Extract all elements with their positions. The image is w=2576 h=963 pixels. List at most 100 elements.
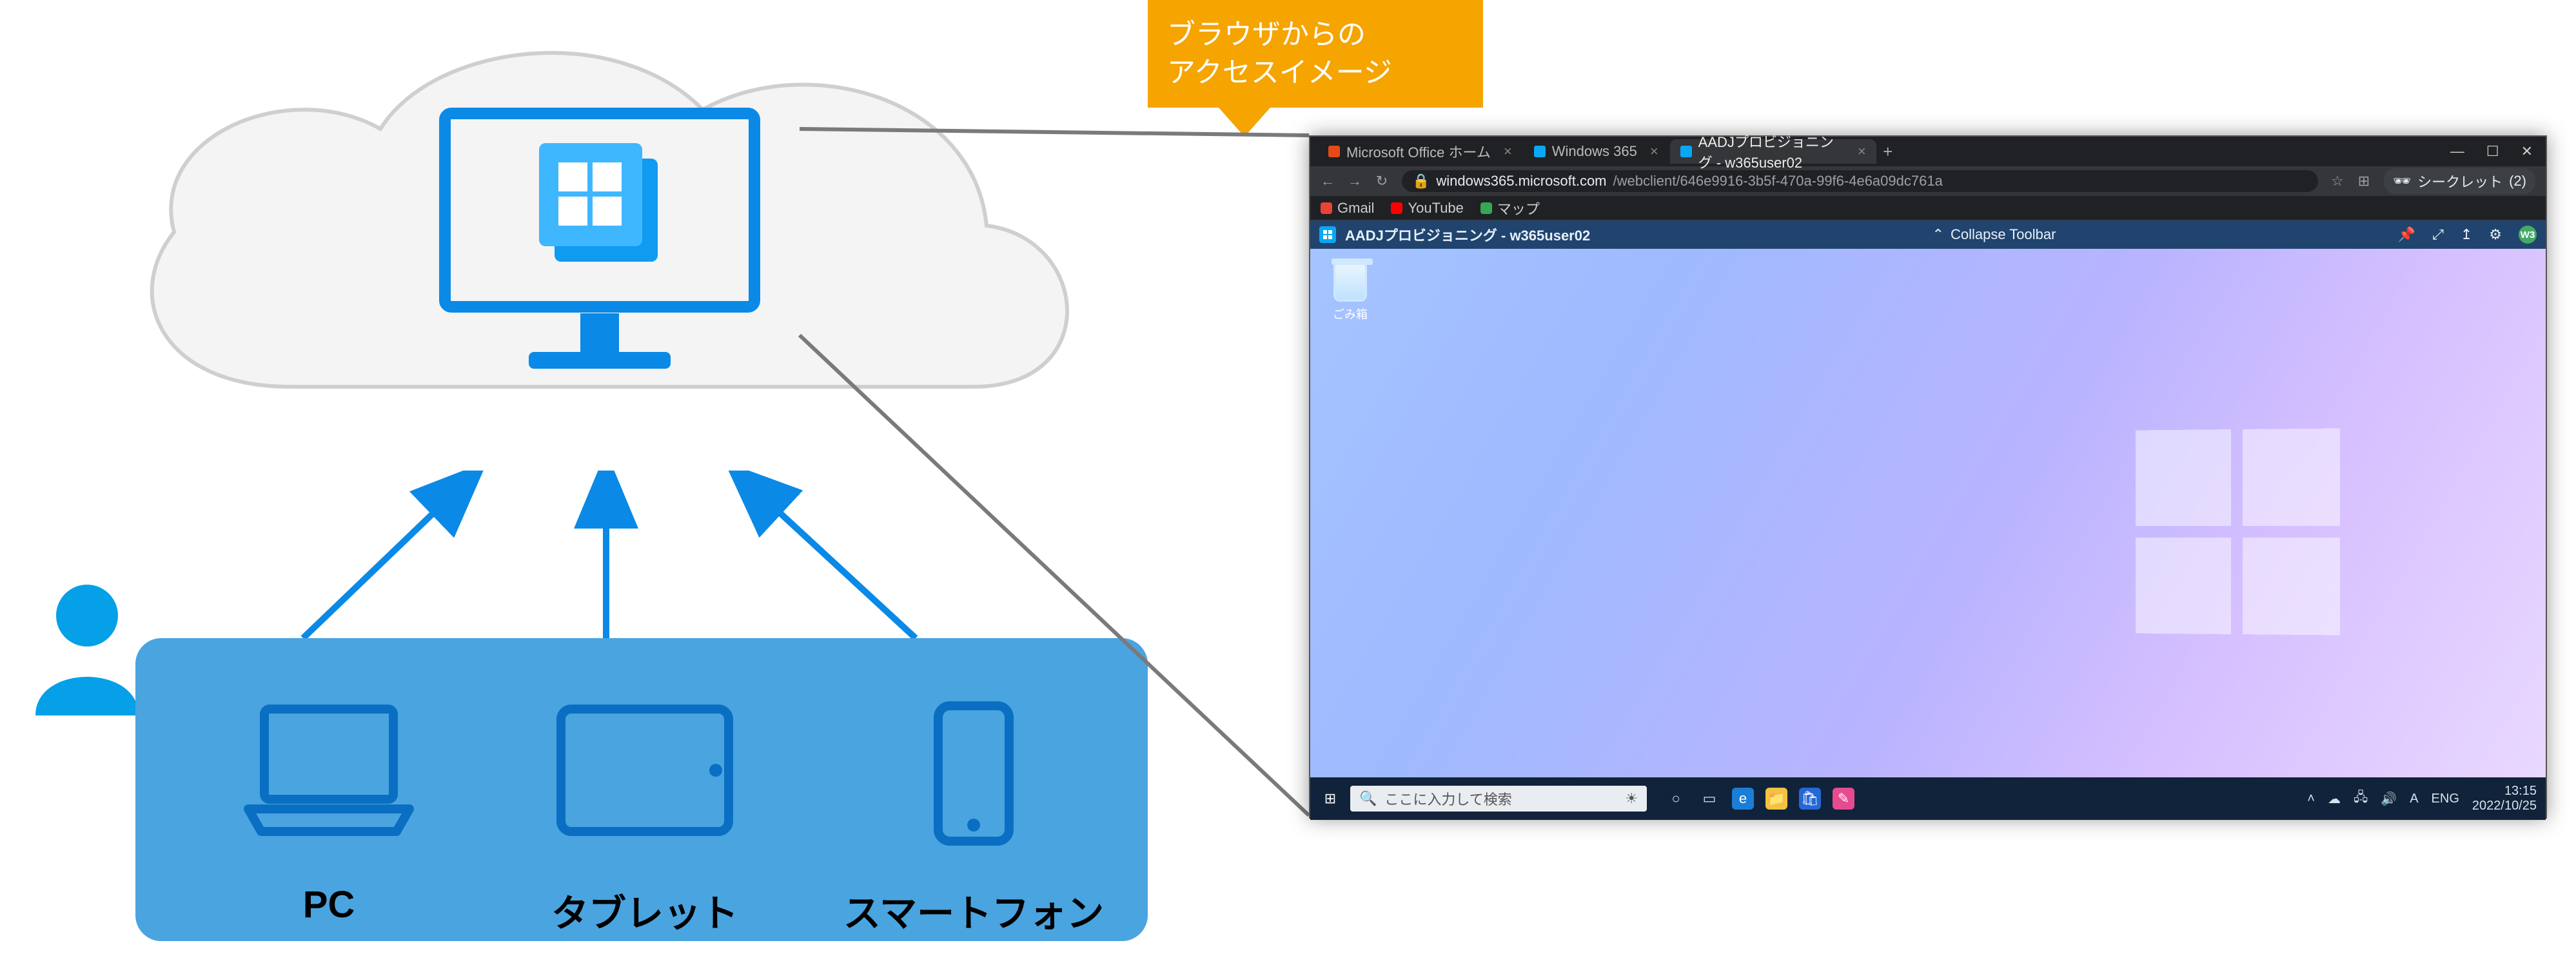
bookmark-youtube[interactable]: YouTube (1391, 200, 1463, 217)
tray-chevron-icon[interactable]: ˄ (2307, 792, 2315, 806)
bookmark-youtube-label: YouTube (1408, 200, 1463, 217)
toolbar-settings-icon[interactable]: ⚙ (2489, 226, 2502, 243)
url-path: /webclient/646e9916-3b5f-470a-99f6-4e6a0… (1613, 173, 1943, 190)
tab-close-icon[interactable]: × (1858, 143, 1866, 160)
bookmark-maps[interactable]: マップ (1480, 198, 1540, 219)
taskbar: ⊞ 🔍 ここに入力して検索 ☀ ○ ▭ e 📁 🛍 ✎ ˄ ☁ 🖧 🔊 A EN (1310, 777, 2546, 820)
tablet-icon (548, 696, 742, 844)
device-pc-label: PC (303, 883, 355, 926)
toolbar-upload-icon[interactable]: ↥ (2461, 226, 2472, 243)
store-icon[interactable]: 🛍 (1799, 788, 1821, 810)
cloud-shape (84, 26, 1116, 477)
incognito-count: (2) (2509, 173, 2526, 190)
tray-date: 2022/10/25 (2472, 799, 2537, 813)
cloudpc-title: AADJプロビジョニング - w365user02 (1345, 224, 1590, 245)
tray-onedrive-icon[interactable]: ☁ (2328, 791, 2341, 807)
tab-favicon-2 (1680, 146, 1692, 157)
address-bar-right: ☆ ⊞ 🕶 シークレット (2) (2331, 168, 2535, 194)
laptop-icon (239, 696, 419, 844)
cloudpc-toolbar: AADJプロビジョニング - w365user02 ⌃ Collapse Too… (1310, 220, 2546, 249)
user-icon (29, 580, 145, 722)
maps-icon (1480, 202, 1492, 214)
bookmarks-bar: Gmail YouTube マップ (1310, 196, 2546, 220)
tab-label-0: Microsoft Office ホーム (1346, 141, 1491, 162)
collapse-toolbar-label: Collapse Toolbar (1951, 226, 2056, 243)
collapse-chevron-icon: ⌃ (1932, 226, 1944, 243)
bookmark-maps-label: マップ (1497, 198, 1540, 219)
tray-ime-icon[interactable]: A (2410, 792, 2418, 806)
browser-tab-0[interactable]: Microsoft Office ホーム × (1318, 139, 1522, 164)
cloudpc-desktop[interactable]: ごみ箱 (1310, 249, 2546, 777)
taskbar-search[interactable]: 🔍 ここに入力して検索 ☀ (1350, 786, 1647, 812)
explorer-icon[interactable]: 📁 (1765, 788, 1787, 810)
system-tray: ˄ ☁ 🖧 🔊 A ENG 13:15 2022/10/25 (2307, 784, 2537, 813)
browser-tab-1[interactable]: Windows 365 × (1524, 139, 1669, 164)
device-tablet-label: タブレット (551, 883, 738, 937)
start-button[interactable]: ⊞ (1319, 790, 1341, 807)
toolbar-pin-icon[interactable]: 📌 (2398, 226, 2415, 243)
youtube-icon (1391, 202, 1402, 214)
search-placeholder: ここに入力して検索 (1384, 788, 1511, 809)
browser-tab-strip: Microsoft Office ホーム × Windows 365 × AAD… (1310, 137, 2546, 166)
tab-close-icon[interactable]: × (1650, 143, 1658, 160)
tab-label-1: Windows 365 (1552, 143, 1637, 160)
window-close-icon[interactable]: ✕ (2521, 143, 2533, 160)
extensions-icon[interactable]: ⊞ (2358, 173, 2370, 190)
callout-bubble: ブラウザからの アクセスイメージ (1148, 0, 1483, 108)
recycle-bin-label: ごみ箱 (1324, 306, 1376, 322)
cloud-pc-monitor-icon (432, 101, 767, 384)
bookmark-gmail-label: Gmail (1337, 200, 1374, 217)
callout-line2: アクセスイメージ (1167, 54, 1464, 92)
address-bar: ← → ↻ 🔒 windows365.microsoft.com/webclie… (1310, 166, 2546, 196)
nav-back-icon[interactable]: ← (1321, 173, 1335, 190)
arrows-to-cloud (187, 471, 1025, 638)
edge-icon[interactable]: e (1732, 788, 1754, 810)
device-smartphone: スマートフォン (864, 696, 1083, 851)
tray-network-icon[interactable]: 🖧 (2354, 788, 2368, 810)
gmail-icon (1321, 202, 1332, 214)
incognito-label: シークレット (2417, 171, 2502, 191)
incognito-icon: 🕶 (2393, 173, 2411, 190)
search-icon: 🔍 (1359, 790, 1377, 807)
taskview-icon[interactable]: ▭ (1698, 788, 1720, 810)
callout-line1: ブラウザからの (1167, 15, 1464, 54)
tray-clock[interactable]: 13:15 2022/10/25 (2472, 784, 2537, 813)
recycle-bin[interactable]: ごみ箱 (1324, 263, 1376, 322)
whiteboard-icon[interactable]: ✎ (1833, 788, 1854, 810)
tab-favicon-0 (1328, 146, 1340, 157)
tab-label-2: AADJプロビジョニング - w365user02 (1698, 131, 1845, 172)
browser-tab-2[interactable]: AADJプロビジョニング - w365user02 × (1670, 139, 1876, 164)
search-news-icon: ☀ (1625, 790, 1638, 807)
tab-close-icon[interactable]: × (1504, 143, 1512, 160)
nav-forward-icon[interactable]: → (1348, 173, 1362, 190)
recycle-bin-icon (1333, 263, 1367, 302)
device-tablet: タブレット (535, 696, 754, 844)
tab-favicon-1 (1534, 146, 1546, 157)
new-tab-button[interactable]: + (1878, 142, 1898, 162)
window-minimize-icon[interactable]: — (2450, 143, 2464, 160)
windows-logo-wallpaper (2136, 429, 2340, 636)
device-pc: PC (219, 696, 438, 844)
url-field[interactable]: 🔒 windows365.microsoft.com/webclient/646… (1402, 170, 2318, 192)
cloudpc-app-icon (1319, 226, 1336, 243)
toolbar-fullscreen-icon[interactable]: ⤢ (2432, 226, 2444, 243)
browser-window: Microsoft Office ホーム × Windows 365 × AAD… (1309, 135, 2547, 819)
incognito-badge[interactable]: 🕶 シークレット (2) (2384, 168, 2535, 194)
window-maximize-icon[interactable]: ☐ (2486, 143, 2499, 160)
avatar[interactable]: W3 (2519, 226, 2537, 244)
taskbar-pinned: ○ ▭ e 📁 🛍 ✎ (1665, 788, 1854, 810)
window-controls: — ☐ ✕ (2450, 143, 2546, 160)
smartphone-icon (922, 696, 1025, 851)
devices-panel: PC タブレット スマートフォン (135, 638, 1148, 941)
bookmark-gmail[interactable]: Gmail (1321, 200, 1374, 217)
collapse-toolbar-button[interactable]: ⌃ Collapse Toolbar (1599, 226, 2389, 243)
bookmark-star-icon[interactable]: ☆ (2331, 173, 2344, 190)
lock-icon: 🔒 (1412, 173, 1430, 190)
tray-volume-icon[interactable]: 🔊 (2381, 791, 2397, 807)
tray-lang[interactable]: ENG (2432, 792, 2459, 806)
device-smartphone-label: スマートフォン (843, 883, 1104, 937)
tray-time: 13:15 (2472, 784, 2537, 799)
cortana-icon[interactable]: ○ (1665, 788, 1687, 810)
url-host: windows365.microsoft.com (1436, 173, 1606, 190)
nav-reload-icon[interactable]: ↻ (1375, 173, 1389, 190)
